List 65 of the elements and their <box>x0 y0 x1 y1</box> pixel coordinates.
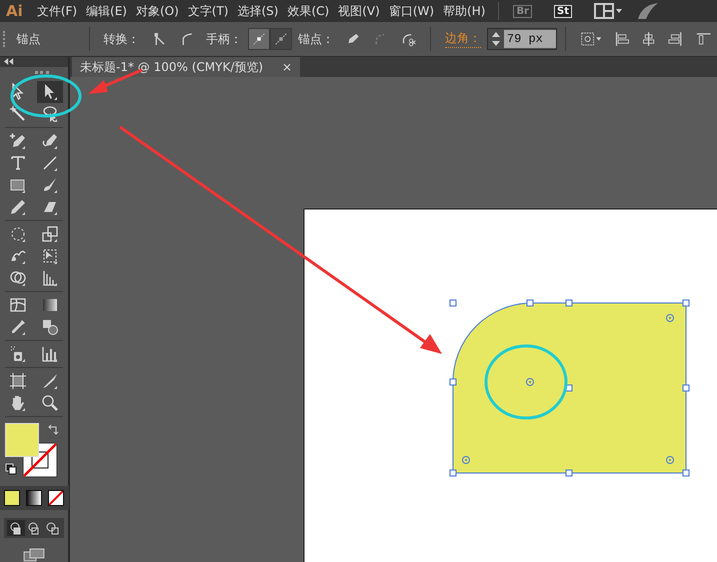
menu-item[interactable]: 选择(S) <box>238 2 278 20</box>
scale-icon <box>41 224 59 243</box>
screen-mode-icon[interactable] <box>23 548 45 562</box>
handles-label: 手柄： <box>206 30 242 48</box>
workspace-layout-icon[interactable] <box>594 3 624 19</box>
tool-button[interactable] <box>37 80 63 103</box>
selection-type-label: 锚点 <box>16 30 41 48</box>
align-center-icon[interactable] <box>641 30 656 48</box>
menu-item[interactable]: 效果(C) <box>287 2 330 20</box>
mesh-icon <box>9 296 27 314</box>
color-mode-button[interactable] <box>4 490 20 506</box>
magic-wand-icon <box>9 104 27 123</box>
menu-item[interactable]: 文字(T) <box>188 2 228 20</box>
default-colors-icon[interactable] <box>5 462 17 475</box>
align-left-icon[interactable] <box>614 30 630 48</box>
align-right-icon[interactable] <box>668 30 684 48</box>
anchors-label: 锚点： <box>298 30 334 48</box>
feather-icon[interactable] <box>636 1 660 21</box>
free-transform-icon <box>41 246 59 265</box>
zoom-icon <box>41 394 59 412</box>
stepper-arrows-icon[interactable] <box>488 29 504 49</box>
menu-item[interactable]: 对象(O) <box>136 2 179 20</box>
spray-can-icon <box>9 344 27 363</box>
type-icon <box>9 154 27 172</box>
center-point-icon <box>526 378 534 386</box>
line-icon <box>41 154 59 172</box>
menu-item[interactable]: 帮助(H) <box>443 2 486 20</box>
handle-icon <box>251 31 268 47</box>
menu-item[interactable]: 文件(F) <box>36 2 78 20</box>
rotate-icon <box>9 224 27 243</box>
app-logo[interactable]: Ai <box>6 2 23 20</box>
shape-builder-icon <box>9 268 27 287</box>
menu-item[interactable]: 编辑(E) <box>86 2 127 20</box>
app-launch-button[interactable]: Br <box>513 4 532 18</box>
draw-mode-icon <box>27 521 41 536</box>
convert-label: 转换： <box>104 30 140 48</box>
pen-nib-icon <box>9 132 27 150</box>
bar-graph-icon <box>41 344 59 363</box>
gradient-mode-button[interactable] <box>26 490 42 506</box>
close-tab-button[interactable]: × <box>282 60 292 74</box>
perspective-grid-icon <box>41 268 59 287</box>
menu-item[interactable]: 窗口(W) <box>388 2 434 20</box>
handle-toggle-button[interactable] <box>248 28 270 50</box>
draw-mode-button[interactable] <box>7 520 25 536</box>
fill-swatch[interactable] <box>5 422 39 457</box>
corner-point-icon[interactable] <box>152 30 167 48</box>
lasso-icon <box>41 104 59 123</box>
swap-arrows-icon[interactable] <box>47 424 59 436</box>
artboard-icon <box>9 372 27 390</box>
collapse-icon[interactable] <box>4 58 14 66</box>
pen-nib-icon <box>41 132 59 150</box>
none-mode-button[interactable] <box>48 490 64 506</box>
transform-dropdown-icon[interactable] <box>580 30 602 48</box>
draw-mode-icon <box>9 521 23 536</box>
highlight-circle <box>10 74 82 118</box>
corner-radius-field[interactable]: 79 px <box>486 28 557 50</box>
blend-icon <box>41 318 59 336</box>
hand-icon <box>9 394 27 412</box>
eyedropper-icon <box>9 318 27 336</box>
draw-mode-icon <box>45 521 59 536</box>
pencil-icon <box>9 198 27 216</box>
menu-item[interactable]: 视图(V) <box>338 2 380 20</box>
handle-toggle-button[interactable] <box>270 28 292 50</box>
app-launch-button[interactable]: St <box>554 4 572 18</box>
handle-icon <box>273 31 290 47</box>
